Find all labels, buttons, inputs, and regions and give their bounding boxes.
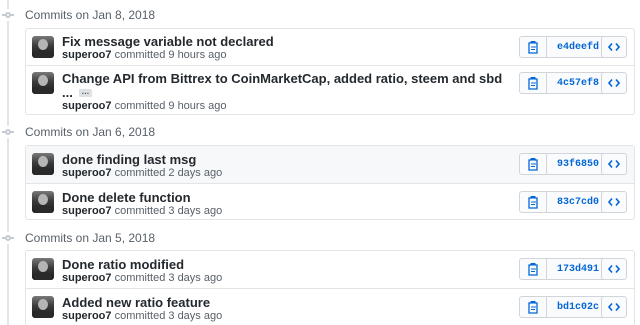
commit-action: committed (114, 49, 166, 61)
copy-sha-button[interactable] (519, 153, 547, 175)
avatar[interactable] (32, 36, 54, 58)
author-link[interactable]: superoo7 (62, 272, 112, 284)
timeline-line (7, 0, 9, 325)
commit-group-title: Commits on Jan 8, 2018 (25, 8, 156, 22)
author-link[interactable]: superoo7 (62, 49, 112, 61)
code-icon (608, 302, 620, 312)
clipboard-icon (528, 196, 538, 209)
copy-sha-button[interactable] (519, 72, 547, 94)
avatar[interactable] (32, 258, 54, 280)
avatar[interactable] (32, 191, 54, 213)
commit-row: Fix message variable not declared supero… (26, 29, 634, 65)
commit-message-link[interactable]: Added new ratio feature (62, 295, 210, 310)
commit-meta: superoo7 committed 9 hours ago (62, 100, 227, 112)
sha-button-group: 93f6850 (519, 153, 610, 175)
browse-repo-button[interactable] (601, 72, 627, 94)
commit-action: committed (114, 100, 166, 112)
commit-row: Done ratio modified superoo7 committed 3… (26, 251, 634, 288)
clipboard-icon (528, 301, 538, 314)
clipboard-icon (528, 158, 538, 171)
sha-button-group: 83c7cd0 (519, 191, 610, 213)
browse-repo-button[interactable] (601, 153, 627, 175)
commit-message-link[interactable]: Done ratio modified (62, 257, 184, 272)
commit-meta: superoo7 committed 3 days ago (62, 272, 222, 284)
code-icon (608, 78, 620, 88)
author-link[interactable]: superoo7 (62, 310, 112, 322)
code-icon (608, 197, 620, 207)
commit-meta: superoo7 committed 3 days ago (62, 205, 222, 217)
ellipsis-icon[interactable]: … (78, 88, 92, 97)
copy-sha-button[interactable] (519, 36, 547, 58)
copy-sha-button[interactable] (519, 191, 547, 213)
commit-row: done finding last msg superoo7 committed… (26, 146, 634, 183)
commit-group-title: Commits on Jan 6, 2018 (25, 125, 156, 139)
commit-row: Change API from Bittrex to CoinMarketCap… (26, 65, 634, 114)
copy-sha-button[interactable] (519, 296, 547, 318)
commit-action: committed (114, 310, 166, 322)
commit-message-link[interactable]: Fix message variable not declared (62, 34, 274, 49)
ellipsis-row: ... … (62, 85, 92, 100)
author-link[interactable]: superoo7 (62, 205, 112, 217)
commit-meta: superoo7 committed 3 days ago (62, 310, 222, 322)
git-commit-icon (2, 9, 14, 21)
commit-meta: superoo7 committed 2 days ago (62, 167, 222, 179)
commit-time: 3 days ago (168, 205, 223, 217)
commit-time: 9 hours ago (168, 100, 227, 112)
commit-group-header: Commits on Jan 8, 2018 (0, 4, 640, 26)
commit-group-title: Commits on Jan 5, 2018 (25, 231, 156, 245)
commit-action: committed (114, 272, 166, 284)
browse-repo-button[interactable] (601, 296, 627, 318)
avatar[interactable] (32, 72, 54, 94)
copy-sha-button[interactable] (519, 258, 547, 280)
sha-button-group: 173d491 (519, 258, 610, 280)
clipboard-icon (528, 77, 538, 90)
commit-row: Added new ratio feature superoo7 committ… (26, 288, 634, 325)
git-commit-icon (2, 232, 14, 244)
commit-group: Commits on Jan 6, 2018 done finding last… (0, 121, 640, 220)
code-icon (608, 264, 620, 274)
commit-list: Fix message variable not declared supero… (25, 28, 635, 115)
clipboard-icon (528, 263, 538, 276)
sha-button-group: 4c57ef8 (519, 72, 610, 94)
author-link[interactable]: superoo7 (62, 100, 112, 112)
avatar[interactable] (32, 153, 54, 175)
browse-repo-button[interactable] (601, 191, 627, 213)
commit-group-header: Commits on Jan 6, 2018 (0, 121, 640, 143)
message-ellipsis: ... (62, 85, 73, 100)
commit-message-link[interactable]: done finding last msg (62, 152, 196, 167)
commit-message-link[interactable]: Change API from Bittrex to CoinMarketCap… (62, 71, 502, 86)
sha-button-group: e4deefd (519, 36, 610, 58)
commit-list: done finding last msg superoo7 committed… (25, 145, 635, 220)
commit-group-header: Commits on Jan 5, 2018 (0, 227, 640, 249)
browse-repo-button[interactable] (601, 36, 627, 58)
avatar[interactable] (32, 296, 54, 318)
commit-group: Commits on Jan 8, 2018 Fix message varia… (0, 4, 640, 115)
sha-button-group: bd1c02c (519, 296, 610, 318)
commit-action: committed (114, 205, 166, 217)
clipboard-icon (528, 41, 538, 54)
commit-message-link[interactable]: Done delete function (62, 190, 191, 205)
author-link[interactable]: superoo7 (62, 167, 112, 179)
commit-meta: superoo7 committed 9 hours ago (62, 49, 227, 61)
commit-action: committed (114, 167, 166, 179)
commit-time: 3 days ago (168, 310, 223, 322)
commit-row: Done delete function superoo7 committed … (26, 183, 634, 219)
code-icon (608, 42, 620, 52)
commit-group: Commits on Jan 5, 2018 Done ratio modifi… (0, 227, 640, 325)
code-icon (608, 159, 620, 169)
commit-time: 2 days ago (168, 167, 223, 179)
commit-time: 9 hours ago (168, 49, 227, 61)
commit-time: 3 days ago (168, 272, 223, 284)
git-commit-icon (2, 126, 14, 138)
commit-list: Done ratio modified superoo7 committed 3… (25, 250, 635, 325)
browse-repo-button[interactable] (601, 258, 627, 280)
